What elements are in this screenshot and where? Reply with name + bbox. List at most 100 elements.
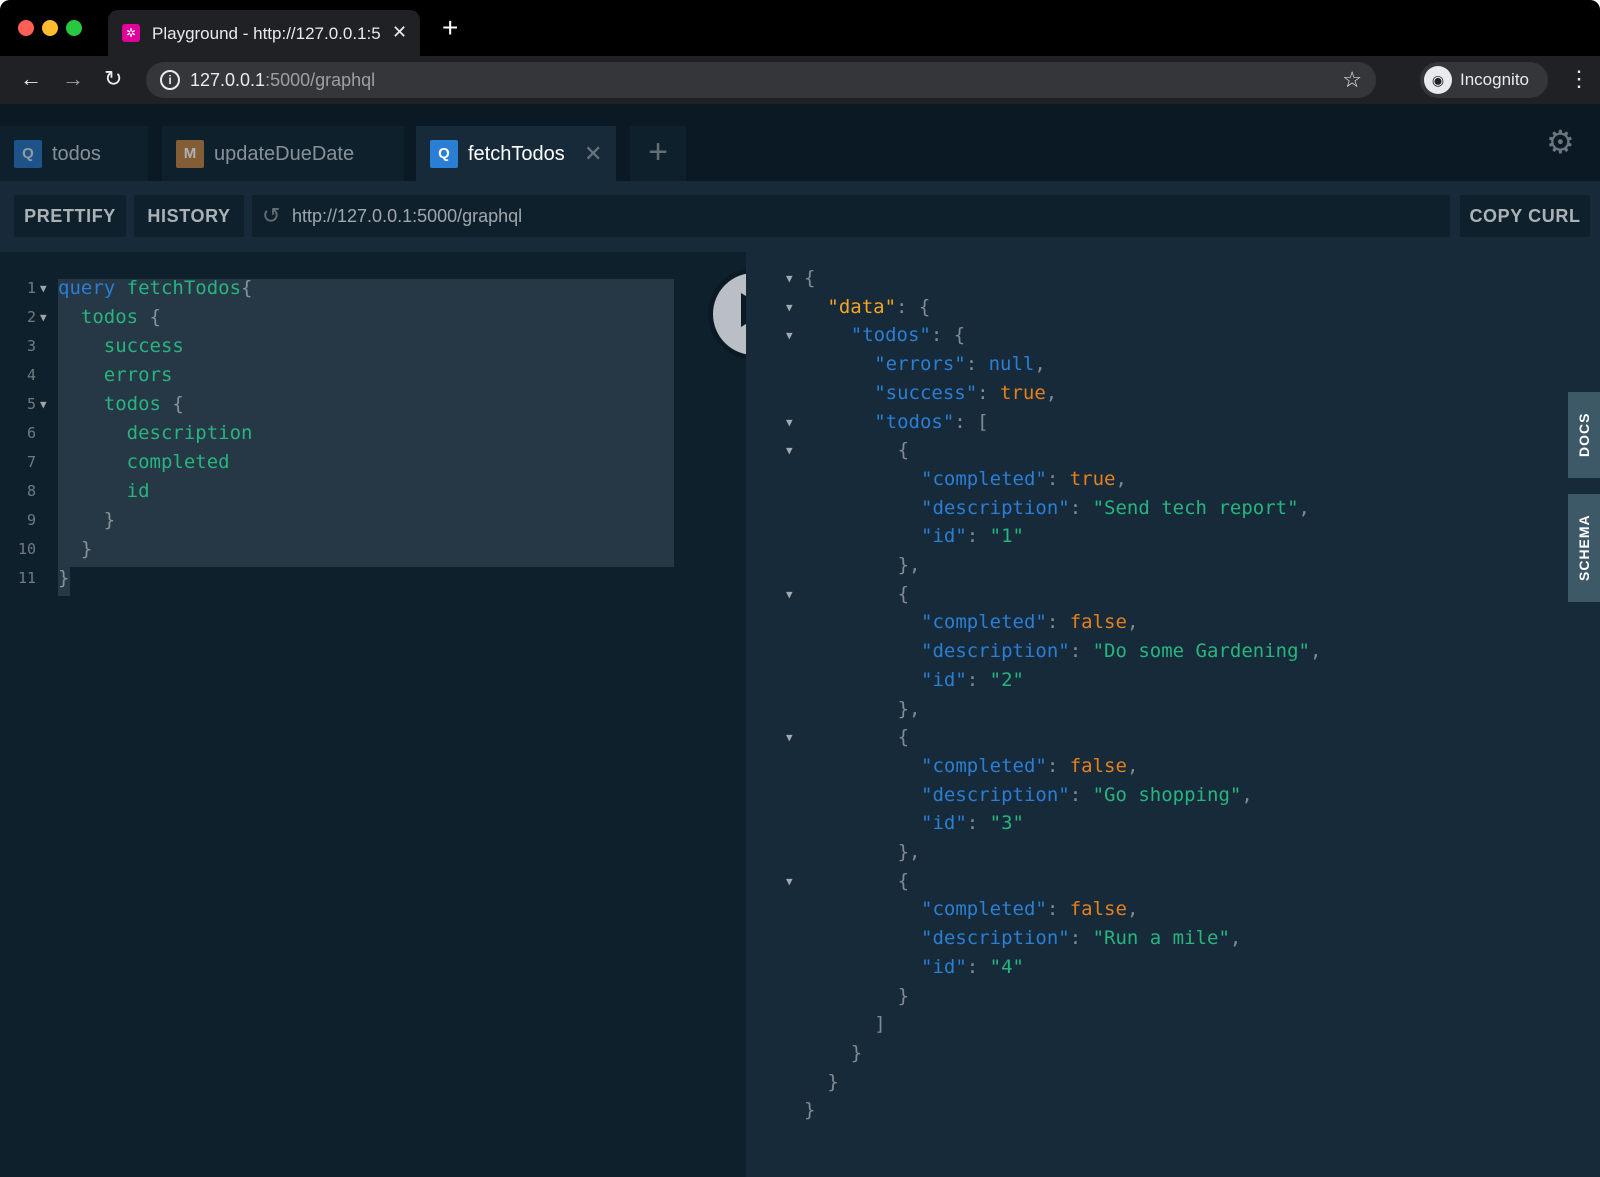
result-line: "description": "Do some Gardening", bbox=[746, 637, 1566, 666]
new-tab-icon[interactable]: + bbox=[442, 14, 458, 42]
fold-arrow-icon[interactable]: ▼ bbox=[786, 408, 793, 437]
back-arrow-icon[interactable]: ← bbox=[20, 66, 42, 92]
fold-arrow-icon[interactable]: ▼ bbox=[40, 390, 47, 419]
json-key: "id" bbox=[921, 955, 967, 978]
result-line: ▼{ bbox=[746, 264, 1566, 293]
query-code: } bbox=[58, 564, 69, 593]
site-info-icon[interactable]: i bbox=[160, 70, 180, 90]
query-indent bbox=[58, 538, 81, 560]
fold-arrow-icon[interactable]: ▼ bbox=[786, 867, 793, 896]
json-value: true bbox=[1000, 381, 1046, 404]
json-separator: : bbox=[965, 353, 989, 376]
fold-arrow-icon[interactable]: ▼ bbox=[786, 436, 793, 465]
result-code: "id": "4" bbox=[921, 953, 1024, 982]
json-brace: { bbox=[897, 439, 910, 462]
query-indent bbox=[58, 509, 104, 531]
json-separator: : bbox=[977, 381, 1001, 404]
query-brace: } bbox=[103, 509, 116, 531]
result-line: } bbox=[746, 982, 1566, 1011]
fold-arrow-icon[interactable]: ▼ bbox=[786, 293, 793, 322]
result-line: "id": "2" bbox=[746, 666, 1566, 695]
result-line: }, bbox=[746, 838, 1566, 867]
window-close-button[interactable] bbox=[18, 20, 34, 36]
add-tab-button[interactable]: + bbox=[630, 126, 686, 181]
window-minimize-button[interactable] bbox=[42, 20, 58, 36]
json-value: "2" bbox=[989, 668, 1024, 691]
fold-arrow-icon[interactable]: ▼ bbox=[786, 321, 793, 350]
incognito-badge[interactable]: ◉ Incognito bbox=[1420, 62, 1548, 98]
query-line: 4 errors bbox=[0, 361, 746, 390]
json-brace: } bbox=[804, 1099, 816, 1122]
tab-updateduedate[interactable]: M updateDueDate bbox=[162, 126, 404, 181]
history-button[interactable]: HISTORY bbox=[134, 195, 244, 237]
json-punctuation: , bbox=[1115, 467, 1127, 490]
query-brace: { bbox=[241, 277, 253, 299]
query-code: id bbox=[58, 477, 150, 506]
query-field: todos bbox=[80, 306, 139, 328]
json-key: "completed" bbox=[921, 467, 1047, 490]
address-url: 127.0.0.1:5000/graphql bbox=[190, 69, 375, 91]
result-code: "errors": null, bbox=[874, 350, 1046, 379]
fold-arrow-icon[interactable]: ▼ bbox=[40, 274, 47, 303]
query-line: 9 } bbox=[0, 506, 746, 535]
json-value: "Do some Gardening" bbox=[1092, 640, 1310, 663]
fold-arrow-icon[interactable]: ▼ bbox=[786, 264, 793, 293]
query-indent bbox=[58, 451, 127, 473]
query-badge: Q bbox=[430, 140, 458, 168]
bookmark-star-icon[interactable]: ☆ bbox=[1342, 68, 1362, 92]
json-punctuation: , bbox=[1241, 783, 1253, 806]
fold-arrow-icon[interactable]: ▼ bbox=[786, 580, 793, 609]
result-code: }, bbox=[898, 695, 921, 724]
line-number: 10 bbox=[17, 540, 36, 558]
json-punctuation: , bbox=[1126, 611, 1139, 634]
json-punctuation: , bbox=[1298, 496, 1310, 519]
query-code: todos { bbox=[58, 390, 184, 419]
close-tab-icon[interactable]: ✕ bbox=[584, 140, 602, 168]
query-line: 3 success bbox=[0, 332, 746, 361]
json-value: false bbox=[1069, 611, 1127, 634]
forward-arrow-icon[interactable]: → bbox=[62, 66, 84, 92]
json-punctuation: , bbox=[1229, 927, 1242, 950]
result-code: } bbox=[804, 1096, 815, 1125]
result-viewer: ▼{▼ "data": {▼ "todos": {"errors": null, "s… bbox=[746, 252, 1566, 1177]
window-maximize-button[interactable] bbox=[66, 20, 82, 36]
reload-icon[interactable]: ↻ bbox=[104, 66, 122, 92]
query-editor[interactable]: 1 ▼ query fetchTodos{2 ▼ todos {3 success 4 … bbox=[0, 252, 746, 1177]
fold-arrow-icon[interactable]: ▼ bbox=[786, 723, 793, 752]
query-field: todos bbox=[103, 393, 161, 415]
json-key: "description" bbox=[921, 496, 1070, 519]
endpoint-input[interactable]: ↺ http://127.0.0.1:5000/graphql bbox=[252, 195, 1450, 237]
docs-tab[interactable]: DOCS bbox=[1568, 392, 1600, 478]
query-line: 1 ▼ query fetchTodos{ bbox=[0, 274, 746, 303]
json-key: "completed" bbox=[921, 754, 1047, 777]
close-tab-icon[interactable]: ✕ bbox=[392, 21, 407, 43]
query-code: success bbox=[58, 332, 184, 361]
json-separator: : bbox=[1046, 754, 1070, 777]
query-indent bbox=[58, 393, 104, 415]
json-key: "todos" bbox=[874, 410, 955, 433]
result-code: "completed": false, bbox=[921, 608, 1138, 637]
json-value: "Send tech report" bbox=[1092, 496, 1299, 519]
fold-arrow-icon[interactable]: ▼ bbox=[40, 303, 47, 332]
result-line: } bbox=[746, 1096, 1566, 1125]
json-separator: : bbox=[1046, 467, 1070, 490]
schema-tab[interactable]: SCHEMA bbox=[1568, 494, 1600, 602]
browser-menu-icon[interactable]: ⋮ bbox=[1568, 66, 1590, 92]
result-line: ▼{ bbox=[746, 436, 1566, 465]
json-punctuation: : [ bbox=[954, 410, 989, 433]
query-indent bbox=[58, 335, 104, 357]
settings-gear-icon[interactable]: ⚙ bbox=[1546, 124, 1575, 160]
tab-fetchtodos[interactable]: Q fetchTodos ✕ bbox=[416, 126, 616, 181]
tab-todos[interactable]: Q todos bbox=[0, 126, 148, 181]
result-code: "description": "Run a mile", bbox=[921, 924, 1241, 953]
result-line: ] bbox=[746, 1010, 1566, 1039]
result-line: "description": "Go shopping", bbox=[746, 781, 1566, 810]
line-number: 2 bbox=[26, 308, 36, 326]
reload-schema-icon[interactable]: ↺ bbox=[262, 203, 280, 229]
result-code: "completed": false, bbox=[921, 752, 1138, 781]
prettify-button[interactable]: PRETTIFY bbox=[14, 195, 126, 237]
browser-tab[interactable]: ✲ Playground - http://127.0.0.1:5000/gra… bbox=[108, 10, 420, 56]
result-code: { bbox=[804, 264, 815, 293]
copy-curl-button[interactable]: COPY CURL bbox=[1460, 195, 1590, 237]
address-bar[interactable]: i 127.0.0.1:5000/graphql ☆ bbox=[146, 62, 1376, 98]
